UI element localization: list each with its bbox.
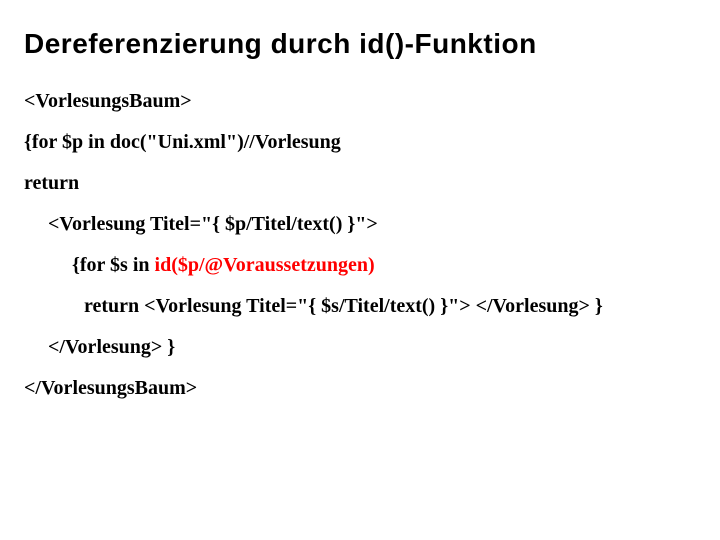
code-line-5: {for $s in id($p/@Voraussetzungen) (24, 252, 696, 279)
code-line-4: <Vorlesung Titel="{ $p/Titel/text() }"> (24, 211, 696, 238)
code-line-8: </VorlesungsBaum> (24, 375, 696, 402)
code-line-5-prefix: {for $s in (72, 254, 155, 276)
code-line-7: </Vorlesung> } (24, 334, 696, 361)
code-line-5-highlight: id($p/@Voraussetzungen) (155, 254, 375, 276)
code-line-3: return (24, 170, 696, 197)
code-line-1: <VorlesungsBaum> (24, 88, 696, 115)
code-line-2: {for $p in doc("Uni.xml")//Vorlesung (24, 129, 696, 156)
slide: Dereferenzierung durch id()-Funktion <Vo… (0, 0, 720, 540)
slide-title: Dereferenzierung durch id()-Funktion (24, 28, 696, 60)
code-line-6: return <Vorlesung Titel="{ $s/Titel/text… (24, 293, 696, 320)
code-block: <VorlesungsBaum> {for $p in doc("Uni.xml… (24, 88, 696, 402)
